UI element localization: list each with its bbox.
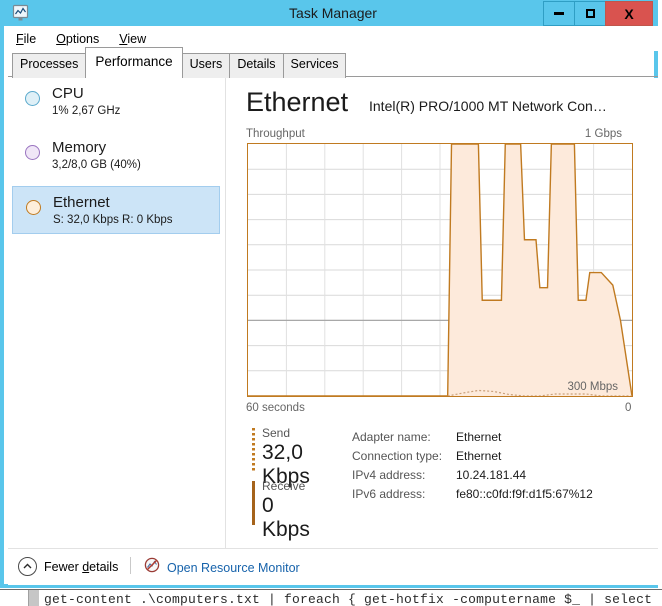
content-area: CPU 1% 2,67 GHz Memory 3,2/8,0 GB (40%) … — [8, 78, 658, 548]
receive-value: 0 Kbps — [262, 494, 310, 541]
connection-type-value: Ethernet — [456, 449, 502, 463]
maximize-icon — [585, 9, 595, 18]
ipv6-value: fe80::c0fd:f9f:d1f5:67%12 — [456, 487, 593, 501]
ipv4-value: 10.24.181.44 — [456, 468, 527, 482]
screen: get-content .\computers.txt | foreach { … — [0, 0, 662, 606]
ipv4-key: IPv4 address: — [352, 468, 426, 482]
menu-options[interactable]: Options — [56, 32, 99, 46]
graph-reference-label: 300 Mbps — [567, 381, 618, 393]
tabs: Processes Performance Users Details Serv… — [12, 47, 347, 78]
sidebar-item-memory-detail: 3,2/8,0 GB (40%) — [52, 159, 141, 171]
graph-max-label: 1 Gbps — [584, 128, 622, 140]
window-controls: X — [543, 1, 653, 26]
minimize-button[interactable] — [543, 1, 574, 26]
graph-time-left: 60 seconds — [246, 402, 305, 414]
resource-monitor-icon — [144, 557, 160, 578]
console-command-line: get-content .\computers.txt | foreach { … — [44, 592, 653, 606]
sidebar-item-cpu-title: CPU — [52, 85, 84, 102]
fewer-details-label: Fewer details — [44, 559, 119, 574]
sidebar-item-cpu[interactable]: CPU 1% 2,67 GHz — [12, 78, 220, 132]
throughput-chart — [248, 144, 632, 396]
info-row-ipv4: IPv4 address: 10.24.181.44 — [352, 468, 593, 487]
console-gutter — [28, 590, 39, 606]
task-manager-window: Task Manager X File Options View Process… — [0, 0, 658, 588]
ipv6-key: IPv6 address: — [352, 487, 426, 501]
console-top-border — [0, 589, 662, 590]
tab-performance[interactable]: Performance — [85, 47, 183, 78]
memory-indicator-icon — [25, 145, 40, 160]
graph-caption: Throughput — [246, 128, 305, 140]
page-title: Ethernet — [246, 87, 349, 117]
resource-sidebar: CPU 1% 2,67 GHz Memory 3,2/8,0 GB (40%) … — [8, 78, 224, 548]
graph-time-right: 0 — [625, 402, 632, 414]
tab-processes[interactable]: Processes — [12, 53, 87, 78]
close-button[interactable]: X — [605, 1, 653, 26]
adapter-name-value: Ethernet — [456, 430, 502, 444]
send-label: Send — [262, 426, 291, 440]
maximize-button[interactable] — [574, 1, 605, 26]
tab-services[interactable]: Services — [282, 53, 347, 78]
footer-separator — [130, 557, 131, 574]
adapter-info-table: Adapter name: Ethernet Connection type: … — [352, 430, 593, 506]
window-footer: Fewer details Open Resource Monitor — [8, 548, 658, 585]
sidebar-item-ethernet-title: Ethernet — [53, 194, 110, 211]
fewer-details-button[interactable]: Fewer details — [18, 557, 118, 576]
adapter-name-key: Adapter name: — [352, 430, 431, 444]
menu-view[interactable]: View — [119, 32, 146, 46]
info-row-connection-type: Connection type: Ethernet — [352, 449, 593, 468]
chevron-up-icon — [18, 557, 37, 576]
sidebar-item-ethernet-detail: S: 32,0 Kbps R: 0 Kbps — [53, 214, 173, 226]
panel-splitter[interactable] — [225, 78, 226, 548]
resource-monitor-label: Open Resource Monitor — [167, 560, 300, 575]
ethernet-indicator-icon — [26, 200, 41, 215]
tab-strip: Processes Performance Users Details Serv… — [8, 47, 658, 78]
sidebar-item-memory-title: Memory — [52, 139, 107, 156]
adapter-model: Intel(R) PRO/1000 MT Network Con… — [369, 98, 607, 114]
info-row-adapter-name: Adapter name: Ethernet — [352, 430, 593, 449]
cpu-indicator-icon — [25, 91, 40, 106]
throughput-graph[interactable] — [247, 143, 633, 397]
minimize-icon — [554, 12, 564, 15]
title-bar[interactable]: Task Manager X — [4, 0, 654, 26]
receive-label: Receive — [262, 479, 306, 493]
performance-detail-panel: Ethernet Intel(R) PRO/1000 MT Network Co… — [230, 78, 658, 548]
open-resource-monitor-link[interactable]: Open Resource Monitor — [144, 557, 300, 578]
sidebar-item-ethernet[interactable]: Ethernet S: 32,0 Kbps R: 0 Kbps — [12, 186, 220, 234]
tab-details[interactable]: Details — [229, 53, 284, 78]
menu-file[interactable]: File — [16, 32, 36, 46]
sidebar-item-memory[interactable]: Memory 3,2/8,0 GB (40%) — [12, 132, 220, 186]
receive-marker-icon — [252, 481, 255, 525]
tab-users[interactable]: Users — [181, 53, 231, 78]
info-row-ipv6: IPv6 address: fe80::c0fd:f9f:d1f5:67%12 — [352, 487, 593, 506]
sidebar-item-cpu-detail: 1% 2,67 GHz — [52, 105, 121, 117]
send-marker-icon — [252, 428, 255, 472]
connection-type-key: Connection type: — [352, 449, 443, 463]
panel-header: Ethernet Intel(R) PRO/1000 MT Network Co… — [246, 87, 656, 124]
